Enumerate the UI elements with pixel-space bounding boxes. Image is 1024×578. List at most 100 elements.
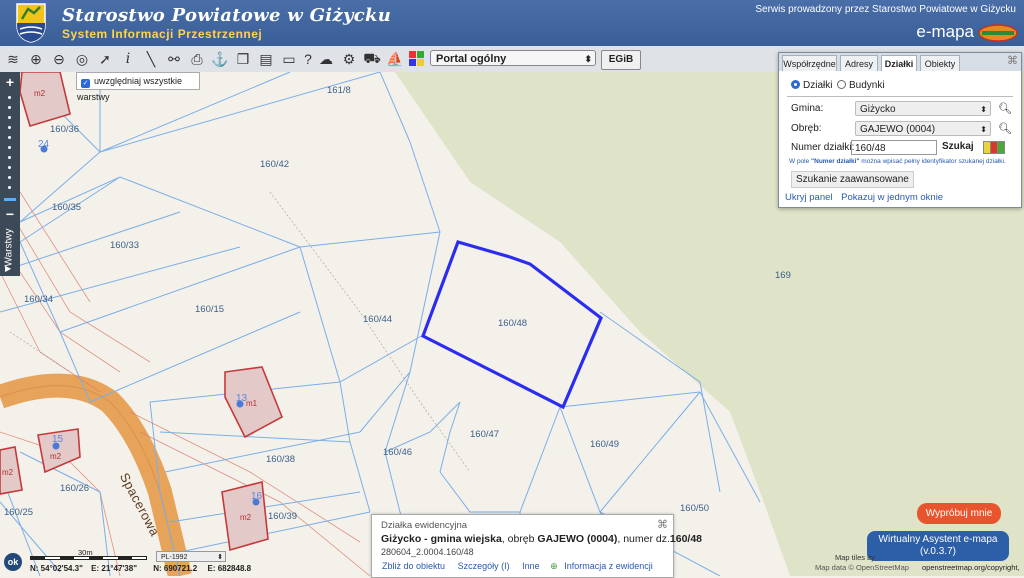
tab-wspolrzedne[interactable]: Współrzędne <box>782 55 837 71</box>
tab-adresy[interactable]: Adresy <box>840 55 878 71</box>
info-title: Działka ewidencyjna <box>381 520 468 531</box>
zoom-slider-handle[interactable] <box>4 198 16 201</box>
zoom-level-dot[interactable] <box>8 106 11 109</box>
layers-icon[interactable]: ≋ <box>3 49 23 69</box>
parcel-label[interactable]: 160/39 <box>268 511 297 522</box>
close-icon[interactable]: ⌘ <box>657 518 668 531</box>
parcel-label[interactable]: 160/48 <box>498 318 527 329</box>
address-number: 13 <box>236 393 248 404</box>
tab-dzialki[interactable]: Działki <box>881 55 917 71</box>
search-icon[interactable]: 🔍︎ <box>998 122 1012 135</box>
link-icon[interactable]: ⚯ <box>164 49 184 69</box>
cart-icon[interactable]: ⛟ <box>362 49 382 69</box>
parcel-number-input[interactable]: 160/48 <box>851 140 937 155</box>
show-one-window-link[interactable]: Pokazuj w jednym oknie <box>841 192 943 203</box>
zoom-level-dot[interactable] <box>8 96 11 99</box>
advanced-search-button[interactable]: Szukanie zaawansowane <box>791 171 914 188</box>
obreb-label: Obręb: <box>791 123 822 134</box>
parcel-label[interactable]: 160/49 <box>590 439 619 450</box>
zoom-out-button[interactable]: − <box>2 206 18 222</box>
settings-icon[interactable]: ⚙ <box>339 49 359 69</box>
radio-unselected-icon <box>837 80 846 89</box>
building-label: m2 <box>240 513 252 522</box>
hide-panel-link[interactable]: Ukryj panel <box>785 192 833 203</box>
projection-select[interactable]: PL-1992 ⬍ <box>156 551 226 562</box>
zoom-level-dot[interactable] <box>8 126 11 129</box>
parcel-label[interactable]: 160/35 <box>52 202 81 213</box>
color-green-swatch[interactable] <box>997 141 1005 154</box>
radio-dzialki[interactable]: Działki <box>791 80 832 91</box>
zoom-level-dot[interactable] <box>8 186 11 189</box>
parcel-label[interactable]: 160/33 <box>110 240 139 251</box>
registry-info-link[interactable]: Informacja z ewidencji <box>564 561 653 571</box>
zoom-level-dot[interactable] <box>8 166 11 169</box>
info-identifier: 280604_2.0004.160/48 <box>381 547 474 557</box>
info-icon[interactable]: i <box>118 49 138 69</box>
building-label: m2 <box>2 468 14 477</box>
sailboat-icon[interactable]: ⛵ <box>385 49 405 69</box>
tab-obiekty[interactable]: Obiekty <box>920 55 960 71</box>
cloud-icon[interactable]: ☁ <box>316 49 336 69</box>
details-link[interactable]: Szczegóły (I) <box>458 561 510 571</box>
help-icon[interactable]: ? <box>298 49 318 69</box>
parcel-label[interactable]: 160/44 <box>363 314 392 325</box>
app-subtitle: System Informacji Przestrzennej <box>62 27 263 41</box>
parcel-label[interactable]: 160/42 <box>260 159 289 170</box>
parcel-label[interactable]: 160/50 <box>680 503 709 514</box>
parcel-info-popup: Działka ewidencyjna ⌘ Giżycko - gmina wi… <box>371 514 702 578</box>
parcel-label[interactable]: 160/34 <box>24 294 53 305</box>
parcel-label[interactable]: 160/47 <box>470 429 499 440</box>
search-icon[interactable]: 🔍︎ <box>998 102 1012 115</box>
zoom-in-button[interactable]: + <box>2 74 18 90</box>
measure-icon[interactable]: ╲ <box>141 49 161 69</box>
parcel-label[interactable]: 160/38 <box>266 454 295 465</box>
gmina-label: Gmina: <box>791 103 824 114</box>
zoom-out-icon[interactable]: ⊖ <box>49 49 69 69</box>
zoom-level-dot[interactable] <box>8 146 11 149</box>
parcel-label[interactable]: 160/26 <box>60 483 89 494</box>
map-tiles-attribution: Map tiles by <box>835 553 876 562</box>
parcel-label[interactable]: 169 <box>775 270 791 281</box>
pointer-icon[interactable]: ➚ <box>95 49 115 69</box>
search-button[interactable]: Szukaj <box>942 141 974 152</box>
parcel-label[interactable]: 160/36 <box>50 124 79 135</box>
coordinates-readout: N: 54°02'54.3" E: 21°47'38" N: 690721.2 … <box>30 564 251 573</box>
osm-copyright-link[interactable]: openstreetmap.org/copyright, <box>922 563 1020 572</box>
copy-icon[interactable]: ❐ <box>233 49 253 69</box>
parcel-label[interactable]: 160/25 <box>4 507 33 518</box>
plus-circle-icon[interactable]: ⊕ <box>550 561 558 571</box>
address-number: 16 <box>251 491 263 502</box>
portal-select[interactable]: Portal ogólny ⬍ <box>430 50 596 66</box>
zoom-extent-icon[interactable]: ◎ <box>72 49 92 69</box>
anchor-icon[interactable]: ⚓ <box>210 49 230 69</box>
gmina-select[interactable]: Giżycko ⬍ <box>855 101 991 116</box>
try-assistant-button[interactable]: Wypróbuj mnie <box>917 503 1001 524</box>
chevron-updown-icon: ⬍ <box>217 554 223 561</box>
zoom-level-dot[interactable] <box>8 136 11 139</box>
zoom-level-dot[interactable] <box>8 116 11 119</box>
layout-icon[interactable]: ▤ <box>256 49 276 69</box>
address-number: 24 <box>38 139 50 150</box>
print-icon[interactable]: ⎙ <box>187 49 207 69</box>
zoom-to-object-link[interactable]: Zbliż do obiektu <box>382 561 445 571</box>
parcel-label[interactable]: 160/46 <box>383 447 412 458</box>
layers-option-box[interactable]: ✓ uwzględniaj wszystkie warstwy <box>76 72 200 102</box>
zoom-in-icon[interactable]: ⊕ <box>26 49 46 69</box>
other-link[interactable]: Inne <box>522 561 540 571</box>
radio-budynki[interactable]: Budynki <box>837 80 885 91</box>
obreb-select[interactable]: GAJEWO (0004) ⬍ <box>855 121 991 136</box>
zoom-level-dot[interactable] <box>8 176 11 179</box>
ok-button[interactable]: ok <box>4 553 22 571</box>
parcel-label[interactable]: 160/15 <box>195 304 224 315</box>
checkbox-checked-icon[interactable]: ✓ <box>81 79 90 88</box>
parcel-label[interactable]: 161/8 <box>327 85 351 96</box>
close-icon[interactable]: ⌘ <box>1007 54 1018 67</box>
search-panel: Współrzędne Adresy Działki Obiekty ⌘ Dzi… <box>778 52 1022 208</box>
hint-prefix: W pole <box>789 158 812 165</box>
virtual-assistant-button[interactable]: Wirtualny Asystent e-mapa (v.0.3.7) <box>867 531 1009 561</box>
zoom-level-dot[interactable] <box>8 156 11 159</box>
radio-label: Budynki <box>849 80 885 91</box>
comment-icon[interactable]: ▭ <box>279 49 299 69</box>
egib-button[interactable]: EGiB <box>601 50 641 70</box>
color-grid-icon[interactable] <box>407 49 427 69</box>
